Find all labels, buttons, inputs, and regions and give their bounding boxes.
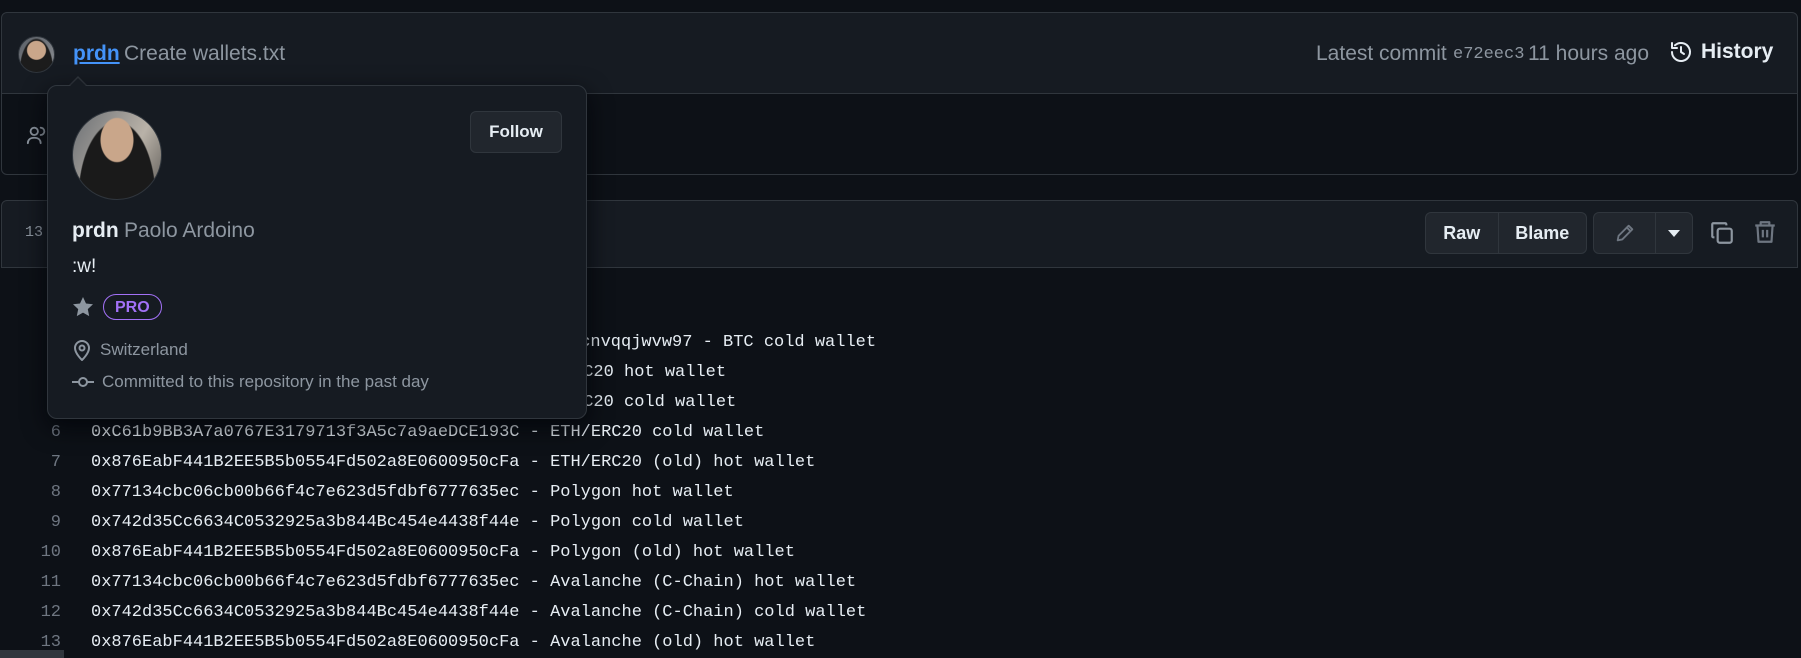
- author-avatar[interactable]: [18, 36, 55, 73]
- edit-button[interactable]: [1594, 213, 1655, 253]
- copy-icon[interactable]: [1709, 220, 1735, 246]
- line-number[interactable]: 8: [1, 478, 61, 508]
- commit-sha-link[interactable]: e72eec3: [1453, 45, 1524, 64]
- activity-text: Committed to this repository in the past…: [102, 372, 429, 391]
- edit-dropdown-button[interactable]: [1655, 213, 1692, 253]
- hovercard-avatar[interactable]: [72, 110, 162, 200]
- line-text: 0x77134cbc06cb00b66f4c7e623d5fdbf6777635…: [91, 483, 734, 502]
- history-label: History: [1701, 40, 1774, 63]
- trash-icon[interactable]: [1752, 219, 1778, 245]
- line-text: RC20 cold wallet: [573, 393, 737, 412]
- raw-blame-group: Raw Blame: [1425, 212, 1587, 254]
- line-text: RC20 hot wallet: [573, 363, 727, 382]
- line-text: 0xC61b9BB3A7a0767E3179713f3A5c7a9aeDCE19…: [91, 423, 765, 442]
- line-number[interactable]: 12: [1, 598, 61, 628]
- hovercard-location: Switzerland: [72, 339, 188, 361]
- line-number[interactable]: 9: [1, 508, 61, 538]
- user-hovercard: Follow prdn Paolo Ardoino :w! PRO Switze…: [47, 85, 587, 419]
- line-text: 0x876EabF441B2EE5B5b0554Fd502a8E0600950c…: [91, 543, 795, 562]
- line-text: 0x742d35Cc6634C0532925a3b844Bc454e4438f4…: [91, 513, 744, 532]
- line-text: ecnvqqjwvw97 - BTC cold wallet: [570, 333, 877, 352]
- history-icon: [1671, 42, 1691, 62]
- hovercard-caret-inner: [69, 78, 87, 87]
- raw-button[interactable]: Raw: [1426, 213, 1498, 253]
- location-icon: [73, 340, 91, 361]
- commit-author-link[interactable]: prdn: [73, 42, 120, 66]
- commit-time: 11 hours ago: [1528, 42, 1650, 65]
- line-text: 0x876EabF441B2EE5B5b0554Fd502a8E0600950c…: [91, 633, 816, 652]
- history-button[interactable]: History: [1669, 40, 1773, 64]
- line-number[interactable]: 11: [1, 568, 61, 598]
- line-text: 0x876EabF441B2EE5B5b0554Fd502a8E0600950c…: [91, 453, 816, 472]
- commit-icon: [72, 377, 94, 387]
- code-line: 6 0xC61b9BB3A7a0767E3179713f3A5c7a9aeDCE1…: [0, 418, 1801, 448]
- code-line: 9 0x742d35Cc6634C0532925a3b844Bc454e4438f…: [0, 508, 1801, 538]
- horizontal-scrollbar[interactable]: [0, 650, 64, 658]
- edit-group: [1593, 212, 1693, 254]
- commit-message[interactable]: Create wallets.txt: [124, 42, 285, 66]
- hovercard-bio: :w!: [72, 256, 97, 277]
- people-icon: [26, 126, 46, 145]
- location-text: Switzerland: [100, 340, 188, 359]
- star-icon: [73, 297, 93, 317]
- line-text: 0x77134cbc06cb00b66f4c7e623d5fdbf6777635…: [91, 573, 857, 592]
- hovercard-activity: Committed to this repository in the past…: [72, 372, 429, 392]
- code-line: 7 0x876EabF441B2EE5B5b0554Fd502a8E0600950…: [0, 448, 1801, 478]
- line-text: 0x742d35Cc6634C0532925a3b844Bc454e4438f4…: [91, 603, 867, 622]
- line-number[interactable]: 6: [1, 418, 61, 448]
- chevron-down-icon: [1668, 230, 1681, 237]
- line-number[interactable]: 7: [1, 448, 61, 478]
- code-line: 13 0x876EabF441B2EE5B5b0554Fd502a8E060095…: [0, 628, 1801, 658]
- file-line-count: 13: [25, 224, 44, 241]
- hovercard-name: Paolo Ardoino: [124, 219, 255, 242]
- follow-button[interactable]: Follow: [470, 111, 562, 153]
- pencil-icon: [1616, 224, 1633, 242]
- line-number[interactable]: 10: [1, 538, 61, 568]
- code-line: 8 0x77134cbc06cb00b66f4c7e623d5fdbf677763…: [0, 478, 1801, 508]
- latest-commit-label: Latest commit: [1316, 42, 1447, 65]
- hovercard-login[interactable]: prdn: [72, 219, 119, 243]
- code-line: 10 0x876EabF441B2EE5B5b0554Fd502a8E060095…: [0, 538, 1801, 568]
- code-line: 11 0x77134cbc06cb00b66f4c7e623d5fdbf67776…: [0, 568, 1801, 598]
- pro-badge: PRO: [103, 294, 162, 320]
- code-line: 12 0x742d35Cc6634C0532925a3b844Bc454e4438…: [0, 598, 1801, 628]
- blame-button[interactable]: Blame: [1497, 213, 1586, 253]
